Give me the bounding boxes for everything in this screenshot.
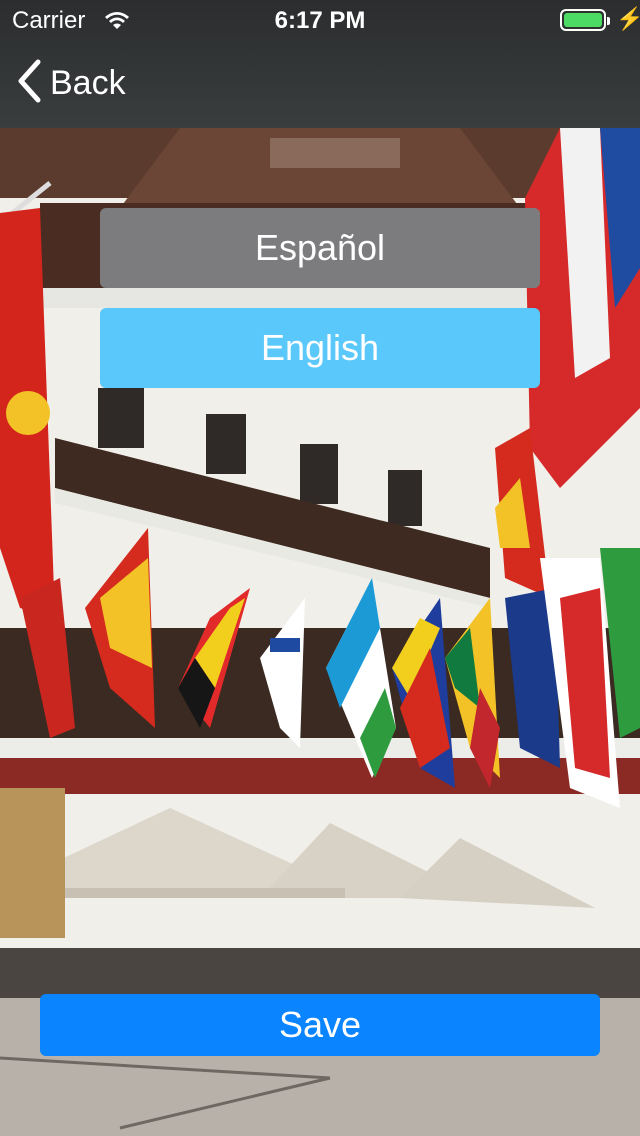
charging-bolt-icon: ⚡ (616, 6, 640, 31)
back-button[interactable]: Back (16, 59, 126, 108)
battery-icon (560, 9, 610, 31)
save-button[interactable]: Save (40, 994, 600, 1056)
language-option-spanish[interactable]: Español (100, 208, 540, 288)
back-label: Back (50, 63, 126, 102)
chevron-left-icon (16, 59, 42, 108)
language-option-english[interactable]: English (100, 308, 540, 388)
navigation-bar: Carrier 6:17 PM ⚡ Back (0, 0, 640, 128)
status-bar: Carrier 6:17 PM ⚡ (0, 0, 640, 40)
clock: 6:17 PM (274, 7, 366, 34)
